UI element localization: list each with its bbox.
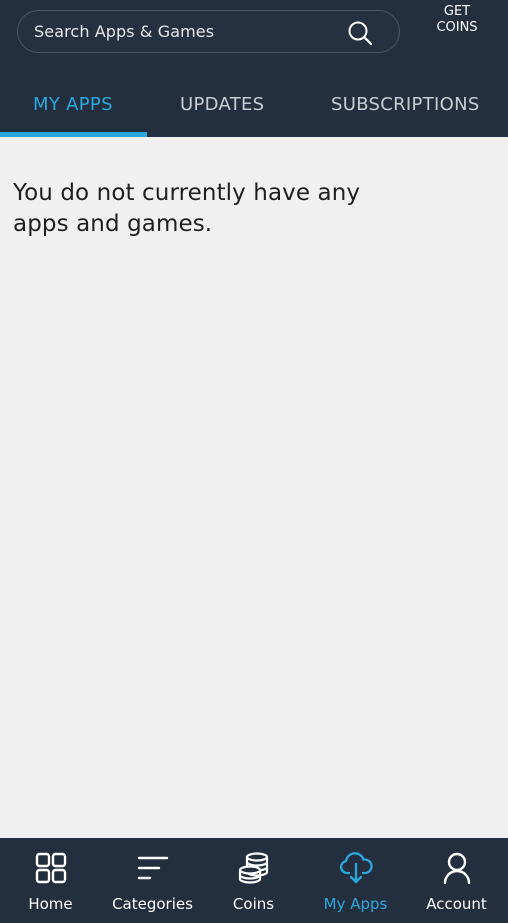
nav-item-coins[interactable]: Coins xyxy=(203,838,304,923)
tab-my-apps[interactable]: MY APPS xyxy=(33,94,113,115)
cloud-download-icon xyxy=(339,852,373,884)
main-content: You do not currently have any apps and g… xyxy=(0,137,508,838)
categories-list-icon xyxy=(137,856,168,880)
nav-label-categories: Categories xyxy=(112,895,193,913)
top-bar: Search Apps & Games GET COINS MY APPS UP… xyxy=(0,0,508,137)
nav-item-account[interactable]: Account xyxy=(406,838,507,923)
nav-label-coins: Coins xyxy=(232,895,275,913)
account-person-icon xyxy=(443,852,470,885)
get-coins-label-line2: COINS xyxy=(436,20,478,35)
get-coins-button[interactable]: GET COINS xyxy=(424,4,490,36)
nav-label-account: Account xyxy=(426,895,487,913)
nav-label-my-apps: My Apps xyxy=(323,895,388,913)
tab-bar: MY APPS UPDATES SUBSCRIPTIONS xyxy=(0,80,508,137)
nav-item-home[interactable]: Home xyxy=(0,838,101,923)
nav-label-home: Home xyxy=(28,895,73,913)
search-placeholder: Search Apps & Games xyxy=(34,22,215,41)
search-input[interactable]: Search Apps & Games xyxy=(17,10,400,53)
search-icon[interactable] xyxy=(347,20,373,46)
nav-item-my-apps[interactable]: My Apps xyxy=(305,838,406,923)
home-grid-icon xyxy=(35,852,66,884)
bottom-navigation: Home Categories Coins My Apps Account xyxy=(0,838,508,923)
get-coins-label-line1: GET xyxy=(443,4,471,19)
empty-state-message: You do not currently have any apps and g… xyxy=(13,180,361,237)
tab-updates[interactable]: UPDATES xyxy=(180,94,264,115)
nav-item-categories[interactable]: Categories xyxy=(102,838,203,923)
coins-stack-icon xyxy=(238,852,268,884)
tab-subscriptions[interactable]: SUBSCRIPTIONS xyxy=(331,94,480,115)
